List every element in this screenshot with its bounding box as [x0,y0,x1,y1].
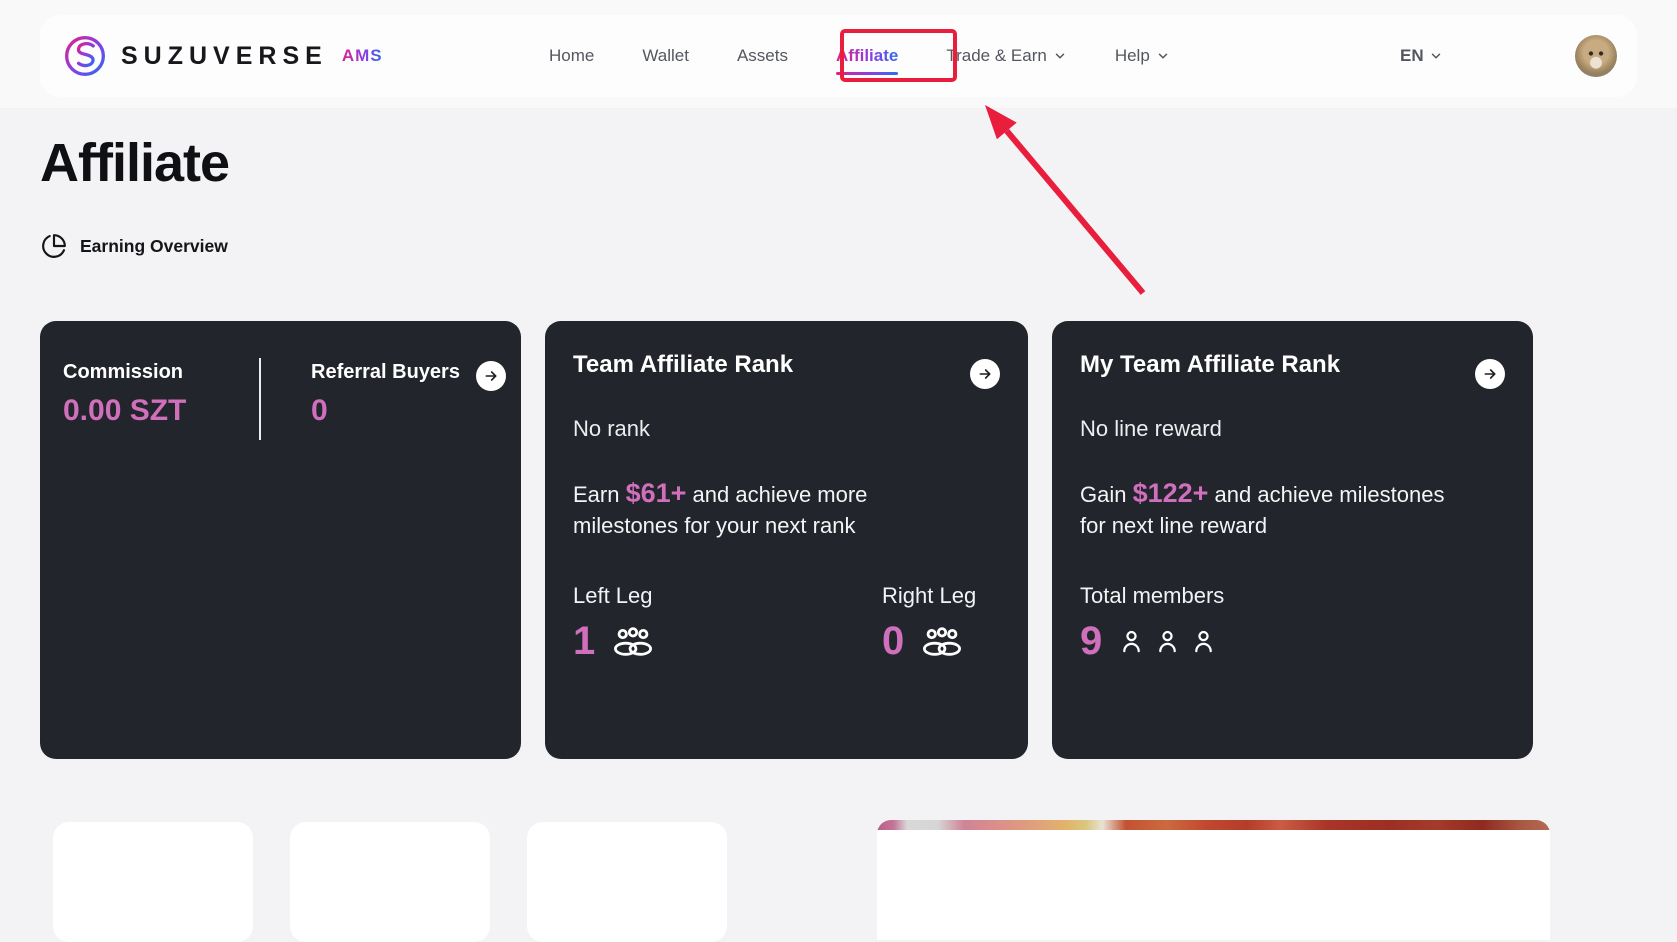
referral-buyers-value: 0 [311,394,460,428]
total-members-label: Total members [1080,583,1224,609]
main-nav: Home Wallet Assets Affiliate Trade & Ear… [549,15,1170,97]
gain-prefix: Gain [1080,482,1133,507]
arrow-right-icon [483,368,499,384]
earn-amount: $61+ [626,478,687,508]
legs-row: Left Leg 1 Right Leg 0 [573,583,1000,664]
person-icon [1154,628,1181,655]
right-leg-block: Right Leg 0 [882,583,1000,664]
earning-overview-section-header: Earning Overview [41,233,228,259]
partial-media-card [877,820,1550,940]
member-icons [1118,628,1217,655]
commission-arrow-button[interactable] [476,361,506,391]
partial-card [290,822,490,942]
users-group-icon [920,627,964,657]
person-icon [1190,628,1217,655]
page-title: Affiliate [40,132,229,194]
referral-buyers-label: Referral Buyers [311,361,460,384]
right-leg-label: Right Leg [882,583,1000,609]
total-members-block: Total members 9 [1080,583,1224,664]
my-team-rank-gain-message: Gain $122+ and achieve milestones for ne… [1080,478,1468,541]
my-team-rank-arrow-button[interactable] [1475,359,1505,389]
my-team-rank-title-row: My Team Affiliate Rank [1080,351,1505,389]
commission-stats: Commission 0.00 SZT Referral Buyers 0 [40,321,521,440]
language-selector[interactable]: EN [1400,15,1443,97]
active-nav-underline [836,72,898,75]
team-rank-status: No rank [573,416,1000,442]
nav-item-help[interactable]: Help [1115,46,1170,66]
suzuverse-logo-icon [63,34,107,78]
nav-item-home[interactable]: Home [549,46,594,66]
earning-overview-cards: Commission 0.00 SZT Referral Buyers 0 Te… [40,321,1533,759]
team-rank-title: Team Affiliate Rank [573,351,793,379]
section-title: Earning Overview [80,236,228,257]
media-image-edge [877,820,1550,830]
team-affiliate-rank-card: Team Affiliate Rank No rank Earn $61+ an… [545,321,1028,759]
arrow-right-icon [1482,366,1498,382]
nav-item-help-label: Help [1115,46,1150,66]
chevron-down-icon [1429,49,1443,63]
left-leg-value-row: 1 [573,619,655,664]
left-leg-block: Left Leg 1 [573,583,655,664]
my-team-rank-status: No line reward [1080,416,1505,442]
commission-card: Commission 0.00 SZT Referral Buyers 0 [40,321,521,759]
team-rank-title-row: Team Affiliate Rank [573,351,1000,389]
person-icon [1118,628,1145,655]
brand-suffix: AMS [342,46,383,66]
my-team-rank-title: My Team Affiliate Rank [1080,351,1340,379]
total-members-value: 9 [1080,619,1102,664]
chevron-down-icon [1156,49,1170,63]
users-group-icon [611,627,655,657]
right-leg-value: 0 [882,619,904,664]
earn-prefix: Earn [573,482,626,507]
left-leg-value: 1 [573,619,595,664]
gain-amount: $122+ [1133,478,1209,508]
nav-item-trade-and-earn[interactable]: Trade & Earn [946,46,1066,66]
nav-item-wallet[interactable]: Wallet [642,46,689,66]
arrow-right-icon [977,366,993,382]
left-leg-label: Left Leg [573,583,655,609]
nav-item-affiliate-label: Affiliate [836,46,898,66]
team-rank-arrow-button[interactable] [970,359,1000,389]
total-members-row: Total members 9 [1080,583,1505,664]
right-leg-value-row: 0 [882,619,1000,664]
commission-value: 0.00 SZT [63,394,259,428]
my-team-affiliate-rank-card: My Team Affiliate Rank No line reward Ga… [1052,321,1533,759]
partial-card [53,822,253,942]
commission-label: Commission [63,361,259,384]
chevron-down-icon [1053,49,1067,63]
nav-item-assets[interactable]: Assets [737,46,788,66]
pie-chart-icon [41,233,67,259]
nav-item-affiliate[interactable]: Affiliate [836,46,898,66]
brand-name: SUZUVERSE [121,42,328,71]
total-members-value-row: 9 [1080,619,1224,664]
referral-buyers-column: Referral Buyers 0 [261,361,460,440]
partial-card [527,822,727,942]
top-navigation-bar: SUZUVERSE AMS Home Wallet Assets Affilia… [40,15,1637,97]
team-rank-earn-message: Earn $61+ and achieve more milestones fo… [573,478,935,541]
nav-item-trade-and-earn-label: Trade & Earn [946,46,1046,66]
brand-logo[interactable]: SUZUVERSE AMS [63,15,383,97]
user-avatar[interactable] [1575,35,1617,77]
commission-column: Commission 0.00 SZT [63,361,259,440]
language-label: EN [1400,46,1424,66]
